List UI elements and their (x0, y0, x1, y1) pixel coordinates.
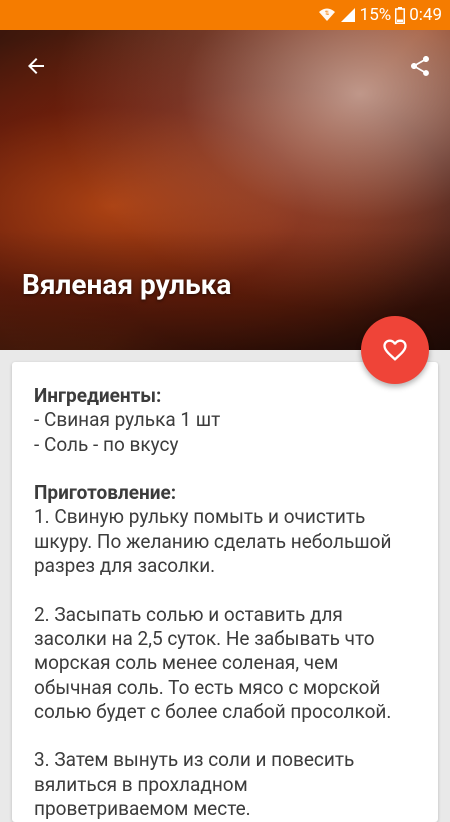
preparation-line: 3. Затем вынуть из соли и повесить (34, 748, 355, 772)
arrow-left-icon (28, 58, 44, 74)
preparation-line: 2. Засыпать солью и оставить для (34, 602, 343, 626)
preparation-line: вялиться в прохладном (34, 772, 248, 796)
preparation-line: проветриваемом месте. (34, 797, 251, 821)
back-button[interactable] (18, 48, 54, 84)
preparation-line: солью будет с более слабой просолкой. (34, 699, 392, 723)
ingredients-heading: Ингредиенты: (34, 384, 162, 407)
ingredient-item: - Свиная рулька 1 шт (34, 408, 221, 432)
svg-text:⇅: ⇅ (324, 11, 329, 17)
battery-percent: 15% (359, 5, 392, 25)
ingredient-item: - Соль - по вкусу (34, 432, 179, 456)
preparation-line: морская соль менее соленая, чем (34, 651, 339, 675)
share-icon (411, 56, 429, 76)
preparation-line: шкуру. По желанию сделать небольшой (34, 529, 392, 553)
preparation-line: разрез для засолки. (34, 554, 216, 578)
preparation-heading: Приготовление: (34, 481, 177, 505)
status-bar: ⇅ 15% 0:49 (0, 0, 450, 30)
preparation-line: обычная соль. То есть мясо с морской (34, 675, 381, 699)
wifi-icon: ⇅ (318, 7, 336, 23)
clock: 0:49 (409, 5, 442, 25)
preparation-line: 1. Свиную рульку помыть и очистить (34, 505, 366, 529)
recipe-title: Вяленая рулька (22, 268, 232, 301)
recipe-content-card: Ингредиенты: - Свиная рулька 1 шт - Соль… (12, 362, 438, 822)
signal-icon (340, 7, 356, 23)
share-button[interactable] (402, 48, 438, 84)
preparation-line: засолки на 2,5 суток. Не забывать что (34, 626, 375, 650)
favorite-button[interactable] (361, 316, 429, 384)
heart-outline-icon (383, 339, 407, 361)
recipe-hero-image: Вяленая рулька (0, 30, 450, 350)
battery-icon (395, 6, 406, 24)
